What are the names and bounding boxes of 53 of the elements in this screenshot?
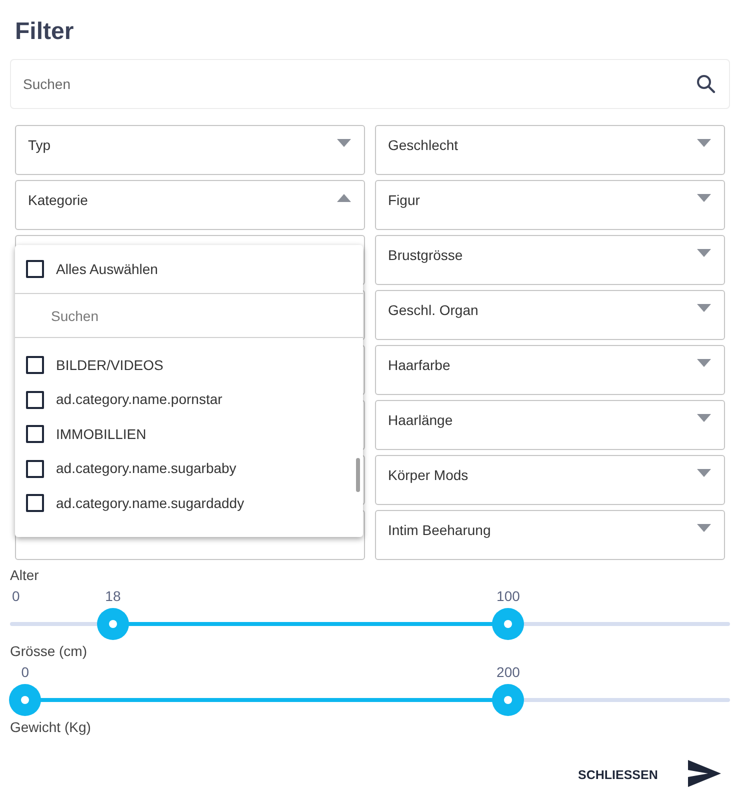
caret-icon [337, 139, 351, 147]
select-field[interactable]: Geschl. Organ [375, 290, 725, 340]
option-label[interactable]: ad.category.name.pornstar [56, 389, 222, 410]
checkbox[interactable] [26, 425, 44, 444]
select-field[interactable]: Körper Mods [375, 455, 725, 505]
thumb-value: 100 [496, 587, 520, 606]
caret-icon [697, 414, 711, 422]
select-field[interactable]: Kategorie [15, 180, 365, 230]
select-field[interactable]: Brustgrösse [375, 235, 725, 285]
select-field[interactable]: Haarlänge [375, 400, 725, 450]
slider-thumb[interactable] [492, 608, 524, 640]
select-all-label[interactable]: Alles Auswählen [56, 258, 158, 280]
thumb-value: 0 [21, 663, 29, 682]
caret-icon [697, 469, 711, 477]
send-icon[interactable] [688, 760, 721, 787]
checkbox[interactable] [26, 390, 44, 409]
slider-thumb[interactable] [492, 684, 524, 716]
caret-icon [697, 304, 711, 312]
slider-label: Alter [10, 566, 40, 584]
caret-icon [697, 359, 711, 367]
select-field[interactable]: Figur [375, 180, 725, 230]
caret-icon [697, 139, 711, 147]
min-value: 0 [12, 587, 20, 606]
select-field[interactable]: Haarfarbe [375, 345, 725, 395]
slider-track[interactable] [10, 682, 730, 718]
caret-icon [697, 249, 711, 257]
option-label[interactable]: BILDER/VIDEOS [56, 354, 164, 376]
scrollbar[interactable] [356, 458, 360, 492]
slider-label: Grösse (cm) [10, 642, 88, 660]
option-label[interactable]: ad.category.name.sugardaddy [56, 492, 244, 514]
select-field[interactable]: Typ [15, 125, 365, 175]
slider-track[interactable] [10, 606, 730, 642]
slider-label: Gewicht (Kg) [10, 718, 92, 736]
search-field[interactable]: Suchen [10, 59, 730, 109]
search-icon[interactable] [696, 74, 716, 94]
caret-icon [337, 194, 351, 202]
thumb-value: 200 [496, 663, 520, 682]
option-label[interactable]: ad.category.name.sugarbaby [56, 458, 236, 480]
caret-icon [697, 194, 711, 202]
thumb-value: 18 [105, 587, 121, 606]
slider-thumb[interactable] [96, 608, 129, 640]
option-label[interactable]: IMMOBILLIEN [56, 424, 146, 445]
caret-icon [697, 524, 711, 532]
close-button[interactable]: SCHLIESSEN [574, 764, 662, 786]
select-field[interactable]: Geschlecht [375, 125, 725, 175]
filter-title: Filter [15, 17, 74, 47]
slider-thumb[interactable] [9, 684, 42, 716]
checkbox[interactable] [26, 494, 44, 512]
menu-search-field[interactable]: Suchen [15, 294, 363, 338]
checkbox[interactable] [26, 460, 44, 478]
checkbox[interactable] [26, 356, 44, 374]
checkbox[interactable] [26, 260, 44, 278]
select-field[interactable]: Intim Beeharung [375, 510, 725, 560]
